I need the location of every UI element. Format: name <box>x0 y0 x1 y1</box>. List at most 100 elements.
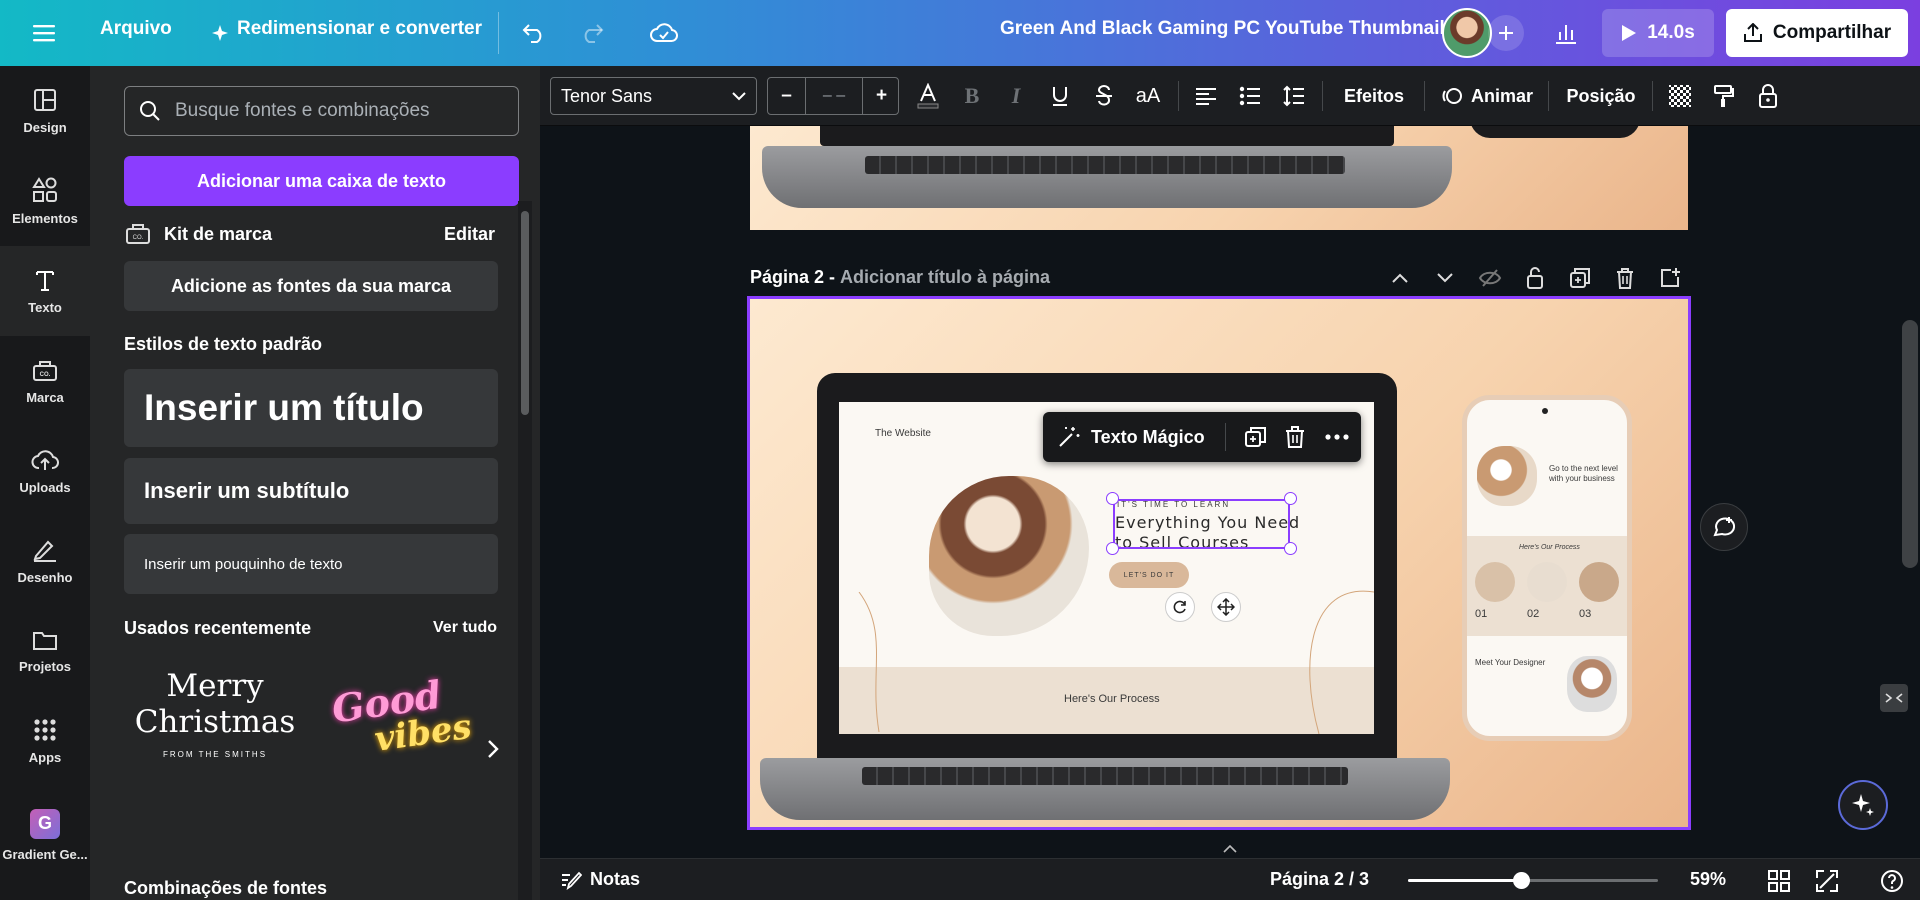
line-spacing-icon[interactable] <box>1276 80 1312 112</box>
add-page-icon[interactable] <box>1656 264 1684 292</box>
font-search-input[interactable]: Busque fontes e combinações <box>124 86 519 136</box>
rotate-icon[interactable] <box>1165 592 1195 622</box>
hamburger-menu-icon[interactable] <box>26 15 62 51</box>
duplicate-icon[interactable] <box>1244 425 1268 449</box>
search-icon <box>140 101 160 121</box>
font-size-input[interactable]: – – <box>806 78 862 114</box>
resize-button[interactable]: Redimensionar e converter <box>237 18 482 40</box>
rail-item-draw[interactable]: Desenho <box>0 516 90 606</box>
present-play-button[interactable]: 14.0s <box>1602 9 1714 57</box>
gradient-app-icon: G <box>30 808 60 839</box>
undo-icon[interactable] <box>516 15 552 51</box>
resize-handle[interactable] <box>1284 492 1297 505</box>
decrease-font-size-button[interactable]: – <box>768 78 806 114</box>
move-icon[interactable] <box>1211 592 1241 622</box>
notes-button[interactable]: Notas <box>590 869 640 890</box>
rail-item-brand[interactable]: CO. Marca <box>0 336 90 426</box>
phone-process-heading: Here's Our Process <box>1519 544 1580 551</box>
magic-assistant-icon[interactable] <box>1838 780 1888 830</box>
mock-decorative-line <box>858 592 880 732</box>
resize-handle[interactable] <box>1284 542 1297 555</box>
rail-item-design[interactable]: Design <box>0 66 90 156</box>
brand-icon: CO. <box>33 360 57 381</box>
delete-icon[interactable] <box>1284 425 1306 449</box>
magic-text-button[interactable]: Texto Mágico <box>1091 427 1205 448</box>
insert-subtitle-button[interactable]: Inserir um subtítulo <box>124 458 498 524</box>
file-menu[interactable]: Arquivo <box>100 18 172 40</box>
rail-item-elements[interactable]: Elementos <box>0 156 90 246</box>
add-comment-icon[interactable] <box>1700 503 1748 551</box>
panel-scrollbar[interactable] <box>518 201 532 900</box>
cloud-saved-icon[interactable] <box>646 15 682 51</box>
rail-item-uploads[interactable]: Uploads <box>0 426 90 516</box>
zoom-slider-track[interactable] <box>1408 872 1658 889</box>
increase-font-size-button[interactable]: + <box>862 78 900 114</box>
page-indicator[interactable]: Página 2 / 3 <box>1270 869 1369 890</box>
accessibility-icon[interactable] <box>1880 684 1908 712</box>
chevron-right-icon[interactable] <box>486 738 500 760</box>
add-collaborator-icon[interactable] <box>1488 15 1524 51</box>
canvas-scrollbar[interactable] <box>1902 320 1918 568</box>
grid-view-icon[interactable] <box>1768 870 1790 892</box>
letter-case-icon[interactable]: aA <box>1128 80 1168 112</box>
scrollbar-thumb[interactable] <box>521 211 529 415</box>
resize-handle[interactable] <box>1106 492 1119 505</box>
insert-body-text-button[interactable]: Inserir um pouquinho de texto <box>124 534 498 594</box>
bullet-list-icon[interactable] <box>1232 80 1268 112</box>
help-icon[interactable] <box>1880 869 1904 893</box>
underline-icon[interactable] <box>1042 80 1078 112</box>
selected-text-frame[interactable] <box>1113 499 1290 549</box>
recent-font-good-vibes[interactable]: Good vibes <box>329 666 493 796</box>
zoom-level[interactable]: 59% <box>1690 869 1726 890</box>
fullscreen-icon[interactable] <box>1816 870 1838 892</box>
zoom-slider-knob[interactable] <box>1512 872 1530 889</box>
duplicate-page-icon[interactable] <box>1566 264 1594 292</box>
cloud-upload-icon <box>31 449 59 470</box>
rail-item-apps[interactable]: Apps <box>0 696 90 786</box>
add-brand-fonts-button[interactable]: Adicione as fontes da sua marca <box>124 261 498 311</box>
brand-kit-label: Kit de marca <box>164 224 273 244</box>
recent-font-merry-christmas[interactable]: Merry Christmas FROM THE SMITHS <box>124 666 306 796</box>
resize-handle[interactable] <box>1106 542 1119 555</box>
move-page-up-icon[interactable] <box>1386 264 1414 292</box>
text-align-icon[interactable] <box>1188 80 1224 112</box>
animate-button[interactable]: Animar <box>1436 80 1538 112</box>
rail-item-gradient-generator[interactable]: G Gradient Ge... <box>0 790 90 880</box>
rail-item-projects[interactable]: Projetos <box>0 606 90 696</box>
strikethrough-icon[interactable] <box>1086 80 1122 112</box>
design-title[interactable]: Green And Black Gaming PC YouTube Thumbn… <box>1000 18 1445 40</box>
edit-brand-kit-link[interactable]: Editar <box>444 224 495 245</box>
chevron-up-icon[interactable] <box>1220 842 1240 856</box>
italic-icon[interactable]: I <box>998 80 1034 112</box>
position-button[interactable]: Posição <box>1560 80 1642 112</box>
mock-woman-photo <box>929 476 1089 636</box>
page-1-preview[interactable] <box>750 126 1688 230</box>
add-textbox-button[interactable]: Adicionar uma caixa de texto <box>124 156 519 206</box>
delete-page-icon[interactable] <box>1611 264 1639 292</box>
move-page-down-icon[interactable] <box>1431 264 1459 292</box>
effects-button[interactable]: Efeitos <box>1334 80 1414 112</box>
see-all-link[interactable]: Ver tudo <box>433 619 497 637</box>
rail-item-text[interactable]: Texto <box>0 246 90 336</box>
font-family-select[interactable]: Tenor Sans <box>550 77 757 115</box>
insights-chart-icon[interactable] <box>1548 15 1584 51</box>
more-options-icon[interactable] <box>1324 425 1350 449</box>
hide-page-icon[interactable] <box>1476 264 1504 292</box>
share-button[interactable]: Compartilhar <box>1726 9 1908 57</box>
phone-step: 02 <box>1527 608 1540 620</box>
lock-icon[interactable] <box>1750 80 1786 112</box>
transparency-icon[interactable] <box>1662 80 1698 112</box>
page-2[interactable]: The Website Here's Our Process IT'S TIME… <box>747 296 1691 830</box>
paint-format-icon[interactable] <box>1706 80 1742 112</box>
bold-icon[interactable]: B <box>954 80 990 112</box>
insert-title-button[interactable]: Inserir um título <box>124 369 498 447</box>
page-2-title[interactable]: Página 2 - Adicionar título à página <box>750 267 1050 288</box>
pen-icon <box>33 540 56 562</box>
lock-page-icon[interactable] <box>1521 264 1549 292</box>
text-color-icon[interactable] <box>910 80 946 112</box>
add-page-title-placeholder[interactable]: Adicionar título à página <box>840 267 1050 287</box>
mock-cta-button: LET'S DO IT <box>1109 562 1189 588</box>
share-upload-icon <box>1743 23 1762 42</box>
avatar[interactable] <box>1442 8 1492 58</box>
redo-icon[interactable] <box>574 15 610 51</box>
